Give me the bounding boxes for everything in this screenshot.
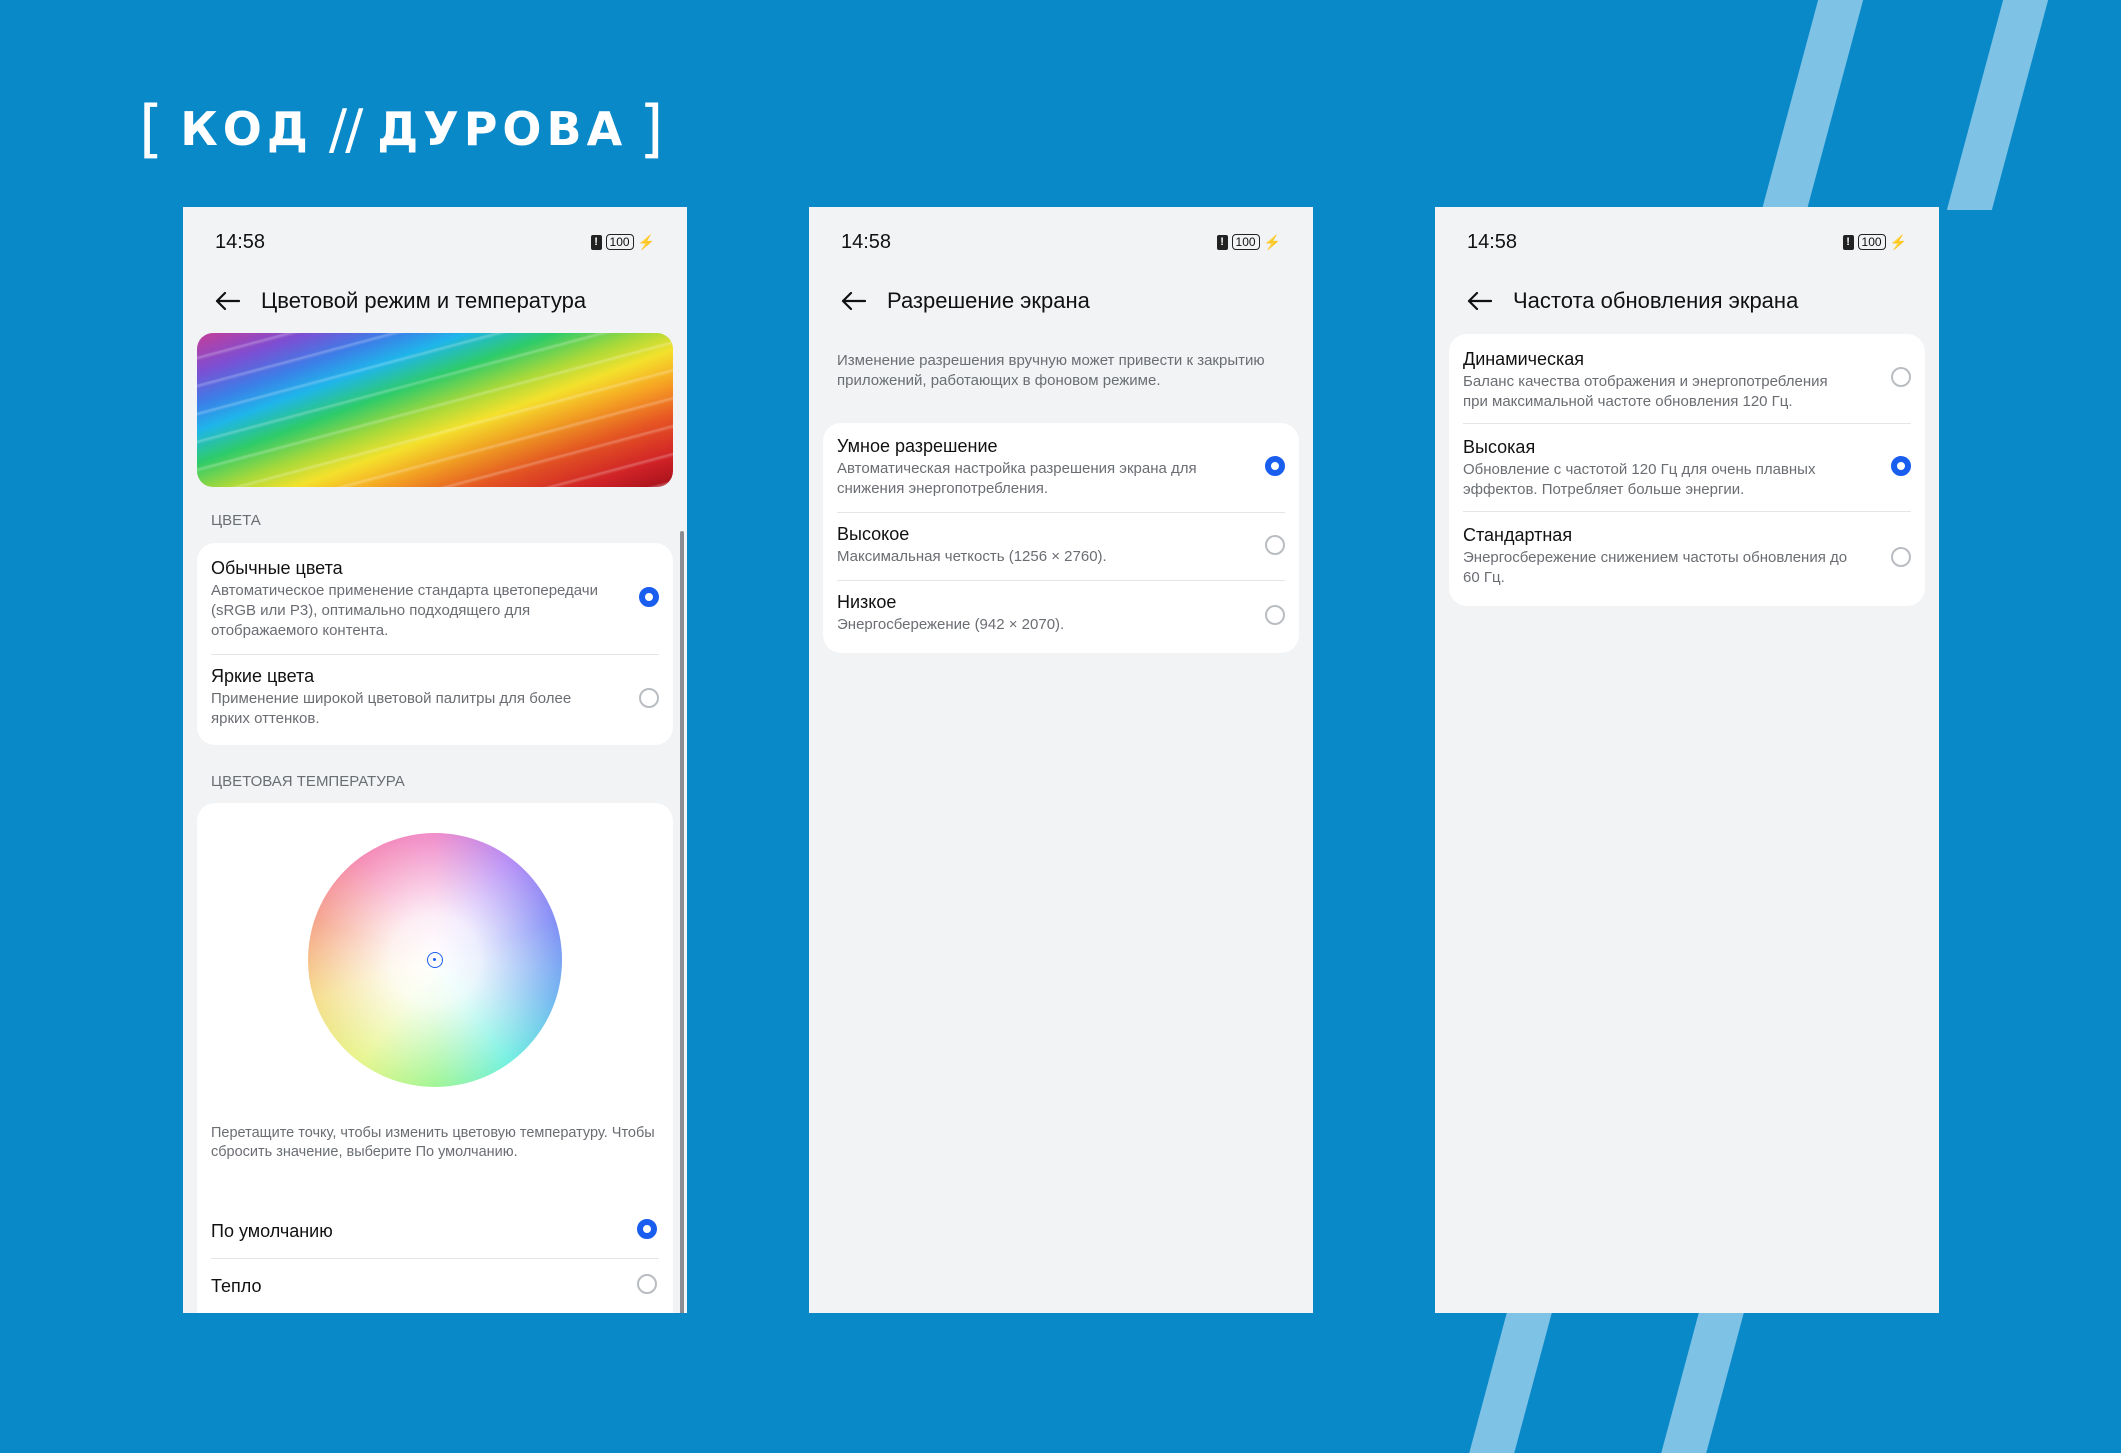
alert-icon: ! [590,234,602,250]
status-bar: 14:58 ! 100 ⚡ [809,225,1313,259]
radio-button[interactable] [639,688,659,708]
color-temperature-wheel[interactable] [308,833,562,1087]
decorative-stripe [1469,1313,1552,1453]
decorative-stripe [1661,1313,1744,1453]
brand-logo: [ КОД // ДУРОВА ] [139,92,669,165]
app-bar: Цветовой режим и температура [183,275,687,327]
status-icons: ! 100 ⚡ [590,233,655,251]
option-title: Высокая [1463,437,1536,457]
back-arrow-icon[interactable] [837,285,869,317]
color-preview-image [197,333,673,487]
option-subtitle: Обновление с частотой 120 Гц для очень п… [1463,461,1816,498]
option-title: Высокое [837,524,910,544]
status-icons: ! 100 ⚡ [1842,233,1907,251]
option-title: Обычные цвета [211,558,343,578]
option-subtitle: Энергосбережение снижением частоты обнов… [1463,549,1848,586]
phone-screen-resolution: 14:58 ! 100 ⚡ Разрешение экрана Изменени… [809,207,1313,1313]
logo-bracket-left: [ [139,92,169,165]
radio-button-selected[interactable] [1891,456,1911,476]
status-icons: ! 100 ⚡ [1216,233,1281,251]
back-arrow-icon[interactable] [1463,285,1495,317]
option-standard-refresh[interactable]: Стандартная Энергосбережение снижением ч… [1449,512,1925,606]
option-high-refresh[interactable]: Высокая Обновление с частотой 120 Гц для… [1449,424,1925,512]
back-arrow-icon[interactable] [211,285,243,317]
option-vivid-colors[interactable]: Яркие цвета Применение широкой цветовой … [197,655,673,745]
phone-screen-color-mode: 14:58 ! 100 ⚡ Цветовой режим и температу… [183,207,687,1313]
scrollbar[interactable] [680,531,684,1313]
radio-button-selected[interactable] [637,1219,657,1239]
decorative-stripe [1946,0,2049,210]
option-subtitle: Энергосбережение (942 × 2070). [837,616,1065,633]
charging-icon: ⚡ [637,233,655,250]
radio-button-selected[interactable] [639,587,659,607]
battery-icon: 100 [1857,234,1886,250]
section-header-temperature: ЦВЕТОВАЯ ТЕМПЕРАТУРА [211,773,405,790]
option-subtitle: Максимальная четкость (1256 × 2760). [837,548,1107,565]
option-title: Яркие цвета [211,666,315,686]
radio-button-selected[interactable] [1265,456,1285,476]
option-default-temperature[interactable]: По умолчанию [197,1203,673,1259]
option-title: Стандартная [1463,525,1573,545]
app-bar: Частота обновления экрана [1435,275,1939,327]
option-title: Тепло [211,1276,262,1296]
logo-slashes: // [328,97,363,161]
app-bar: Разрешение экрана [809,275,1313,327]
status-time: 14:58 [841,230,892,253]
option-low-resolution[interactable]: Низкое Энергосбережение (942 × 2070). [823,581,1299,653]
option-subtitle: Автоматическая настройка разрешения экра… [837,460,1197,497]
logo-word-durova: ДУРОВА [377,102,628,156]
page-title: Цветовой режим и температура [261,288,587,313]
temperature-hint: Перетащите точку, чтобы изменить цветову… [211,1125,655,1160]
option-title: Низкое [837,592,897,612]
radio-button[interactable] [1265,605,1285,625]
status-time: 14:58 [1467,230,1518,253]
resolution-warning: Изменение разрешения вручную может приве… [837,352,1265,389]
status-bar: 14:58 ! 100 ⚡ [1435,225,1939,259]
battery-icon: 100 [605,234,634,250]
status-time: 14:58 [215,230,266,253]
option-subtitle: Баланс качества отображения и энергопотр… [1463,373,1828,410]
option-subtitle: Автоматическое применение стандарта цвет… [211,582,599,639]
alert-icon: ! [1216,234,1228,250]
refresh-rate-card: Динамическая Баланс качества отображения… [1449,334,1925,606]
option-title: Динамическая [1463,349,1585,369]
option-title: По умолчанию [211,1221,333,1241]
option-high-resolution[interactable]: Высокое Максимальная четкость (1256 × 27… [823,513,1299,581]
logo-word-kod: КОД [180,102,313,156]
option-normal-colors[interactable]: Обычные цвета Автоматическое применение … [197,543,673,655]
radio-button[interactable] [1891,547,1911,567]
option-warm-temperature[interactable]: Тепло [197,1259,673,1313]
option-title: Умное разрешение [837,436,998,456]
option-smart-resolution[interactable]: Умное разрешение Автоматическая настройк… [823,423,1299,513]
radio-button[interactable] [1891,367,1911,387]
page-title: Частота обновления экрана [1513,288,1799,313]
radio-button[interactable] [637,1274,657,1294]
radio-button[interactable] [1265,535,1285,555]
section-header-colors: ЦВЕТА [211,512,261,529]
battery-icon: 100 [1231,234,1260,250]
resolution-card: Умное разрешение Автоматическая настройк… [823,423,1299,653]
decorative-stripe [1761,0,1864,210]
charging-icon: ⚡ [1889,233,1907,250]
logo-bracket-right: ] [639,92,669,165]
temperature-handle[interactable] [427,952,443,968]
option-dynamic-refresh[interactable]: Динамическая Баланс качества отображения… [1449,334,1925,424]
page-title: Разрешение экрана [887,288,1090,313]
charging-icon: ⚡ [1263,233,1281,250]
alert-icon: ! [1842,234,1854,250]
phone-screen-refresh-rate: 14:58 ! 100 ⚡ Частота обновления экрана … [1435,207,1939,1313]
option-subtitle: Применение широкой цветовой палитры для … [211,690,572,727]
colors-card: Обычные цвета Автоматическое применение … [197,543,673,745]
status-bar: 14:58 ! 100 ⚡ [183,225,687,259]
